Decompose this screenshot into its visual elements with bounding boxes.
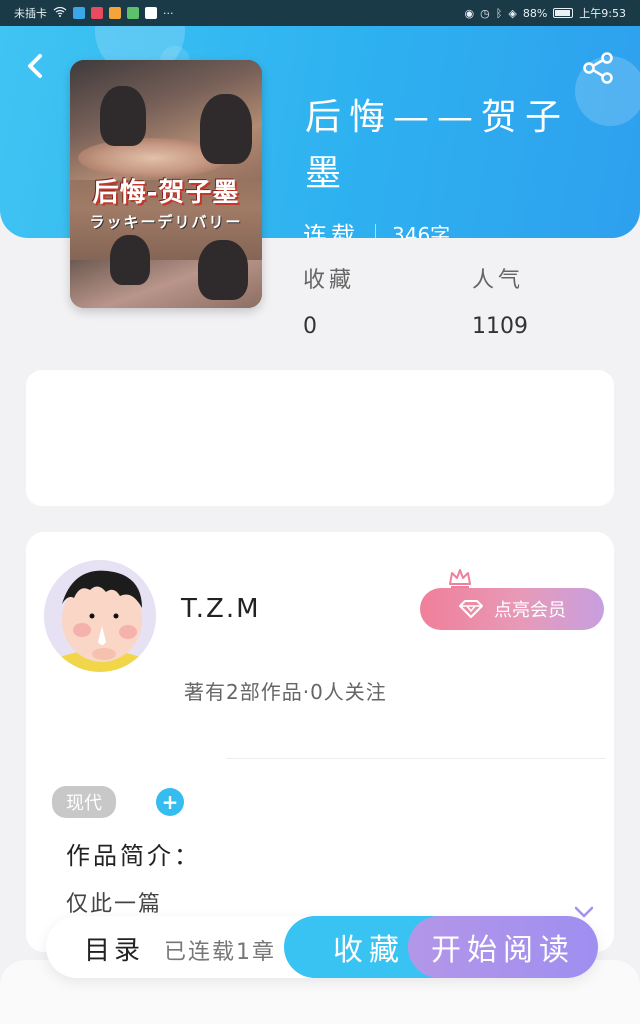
- intro-text: 仅此一篇: [66, 892, 163, 917]
- word-count: 346字: [392, 223, 451, 238]
- app-notification-icon: [145, 7, 157, 19]
- bluetooth-icon: ᛒ: [495, 6, 503, 20]
- cover-figure: [200, 94, 252, 164]
- section-divider: [226, 758, 606, 759]
- popularity-stat: 人气 1109: [472, 262, 528, 339]
- chapter-count[interactable]: 已连载1章: [164, 934, 276, 966]
- cover-figure: [100, 86, 146, 146]
- favorites-label: 收藏: [303, 268, 356, 293]
- favorites-stat: 收藏 0: [303, 262, 355, 339]
- favorite-button-label: 收藏: [333, 933, 405, 968]
- vip-button[interactable]: 点亮会员: [420, 588, 604, 630]
- favorites-value: 0: [303, 314, 317, 339]
- start-reading-label: 开始阅读: [431, 933, 575, 968]
- popularity-label: 人气: [472, 268, 525, 293]
- app-notification-icon: [73, 7, 85, 19]
- eye-icon: ◉: [464, 6, 475, 20]
- app-notification-icon: [127, 7, 139, 19]
- book-meta: 连载 346字: [303, 216, 450, 238]
- back-button[interactable]: [22, 48, 52, 84]
- cover-figure: [198, 240, 248, 300]
- serial-status: 连载: [303, 222, 359, 238]
- clock-time: 上午9:53: [579, 7, 626, 20]
- wifi-icon: [53, 6, 67, 20]
- cover-subtitle: ラッキーデリバリー: [89, 213, 243, 231]
- app-notification-icon: [109, 7, 121, 19]
- crown-icon: [448, 568, 472, 588]
- author-avatar[interactable]: [44, 560, 156, 672]
- share-button[interactable]: [580, 50, 616, 86]
- app-notification-icon: [91, 7, 103, 19]
- location-icon: ◈: [508, 6, 517, 20]
- chevron-left-icon: [28, 54, 42, 78]
- start-reading-button[interactable]: 开始阅读: [408, 916, 598, 978]
- toc-button[interactable]: 目录: [84, 930, 144, 967]
- carrier-text: 未插卡: [14, 7, 47, 20]
- vip-button-label: 点亮会员: [494, 600, 566, 621]
- more-notifications-icon: ···: [163, 6, 174, 20]
- bottom-action-bar: 目录 已连载1章 收藏 开始阅读: [46, 916, 598, 978]
- meta-divider: [375, 223, 376, 238]
- diamond-icon: [459, 600, 483, 618]
- popularity-value: 1109: [472, 314, 528, 339]
- battery-icon: [553, 8, 574, 18]
- empty-card: [26, 370, 614, 506]
- cover-figure: [110, 235, 150, 285]
- add-tag-button[interactable]: +: [156, 788, 184, 816]
- cover-title: 后悔-贺子墨: [92, 178, 240, 208]
- alarm-icon: ◷: [480, 6, 490, 20]
- status-bar: 未插卡 ··· ◉ ◷ ᛒ ◈ 88% 上午9:53: [0, 0, 640, 26]
- battery-percent: 88%: [522, 6, 548, 20]
- book-cover[interactable]: 后悔-贺子墨 ラッキーデリバリー: [70, 60, 262, 308]
- book-title: 后悔——贺子墨: [305, 97, 570, 194]
- genre-tag[interactable]: 现代: [52, 786, 116, 818]
- author-name[interactable]: T.Z.M: [181, 594, 261, 624]
- author-card: T.Z.M 点亮会员 著有2部作品·0人关注 现代 + 作品简介： 仅此一篇: [26, 532, 614, 952]
- intro-title: 作品简介：: [66, 842, 201, 870]
- author-meta: 著有2部作品·0人关注: [184, 680, 387, 704]
- share-icon: [583, 52, 613, 84]
